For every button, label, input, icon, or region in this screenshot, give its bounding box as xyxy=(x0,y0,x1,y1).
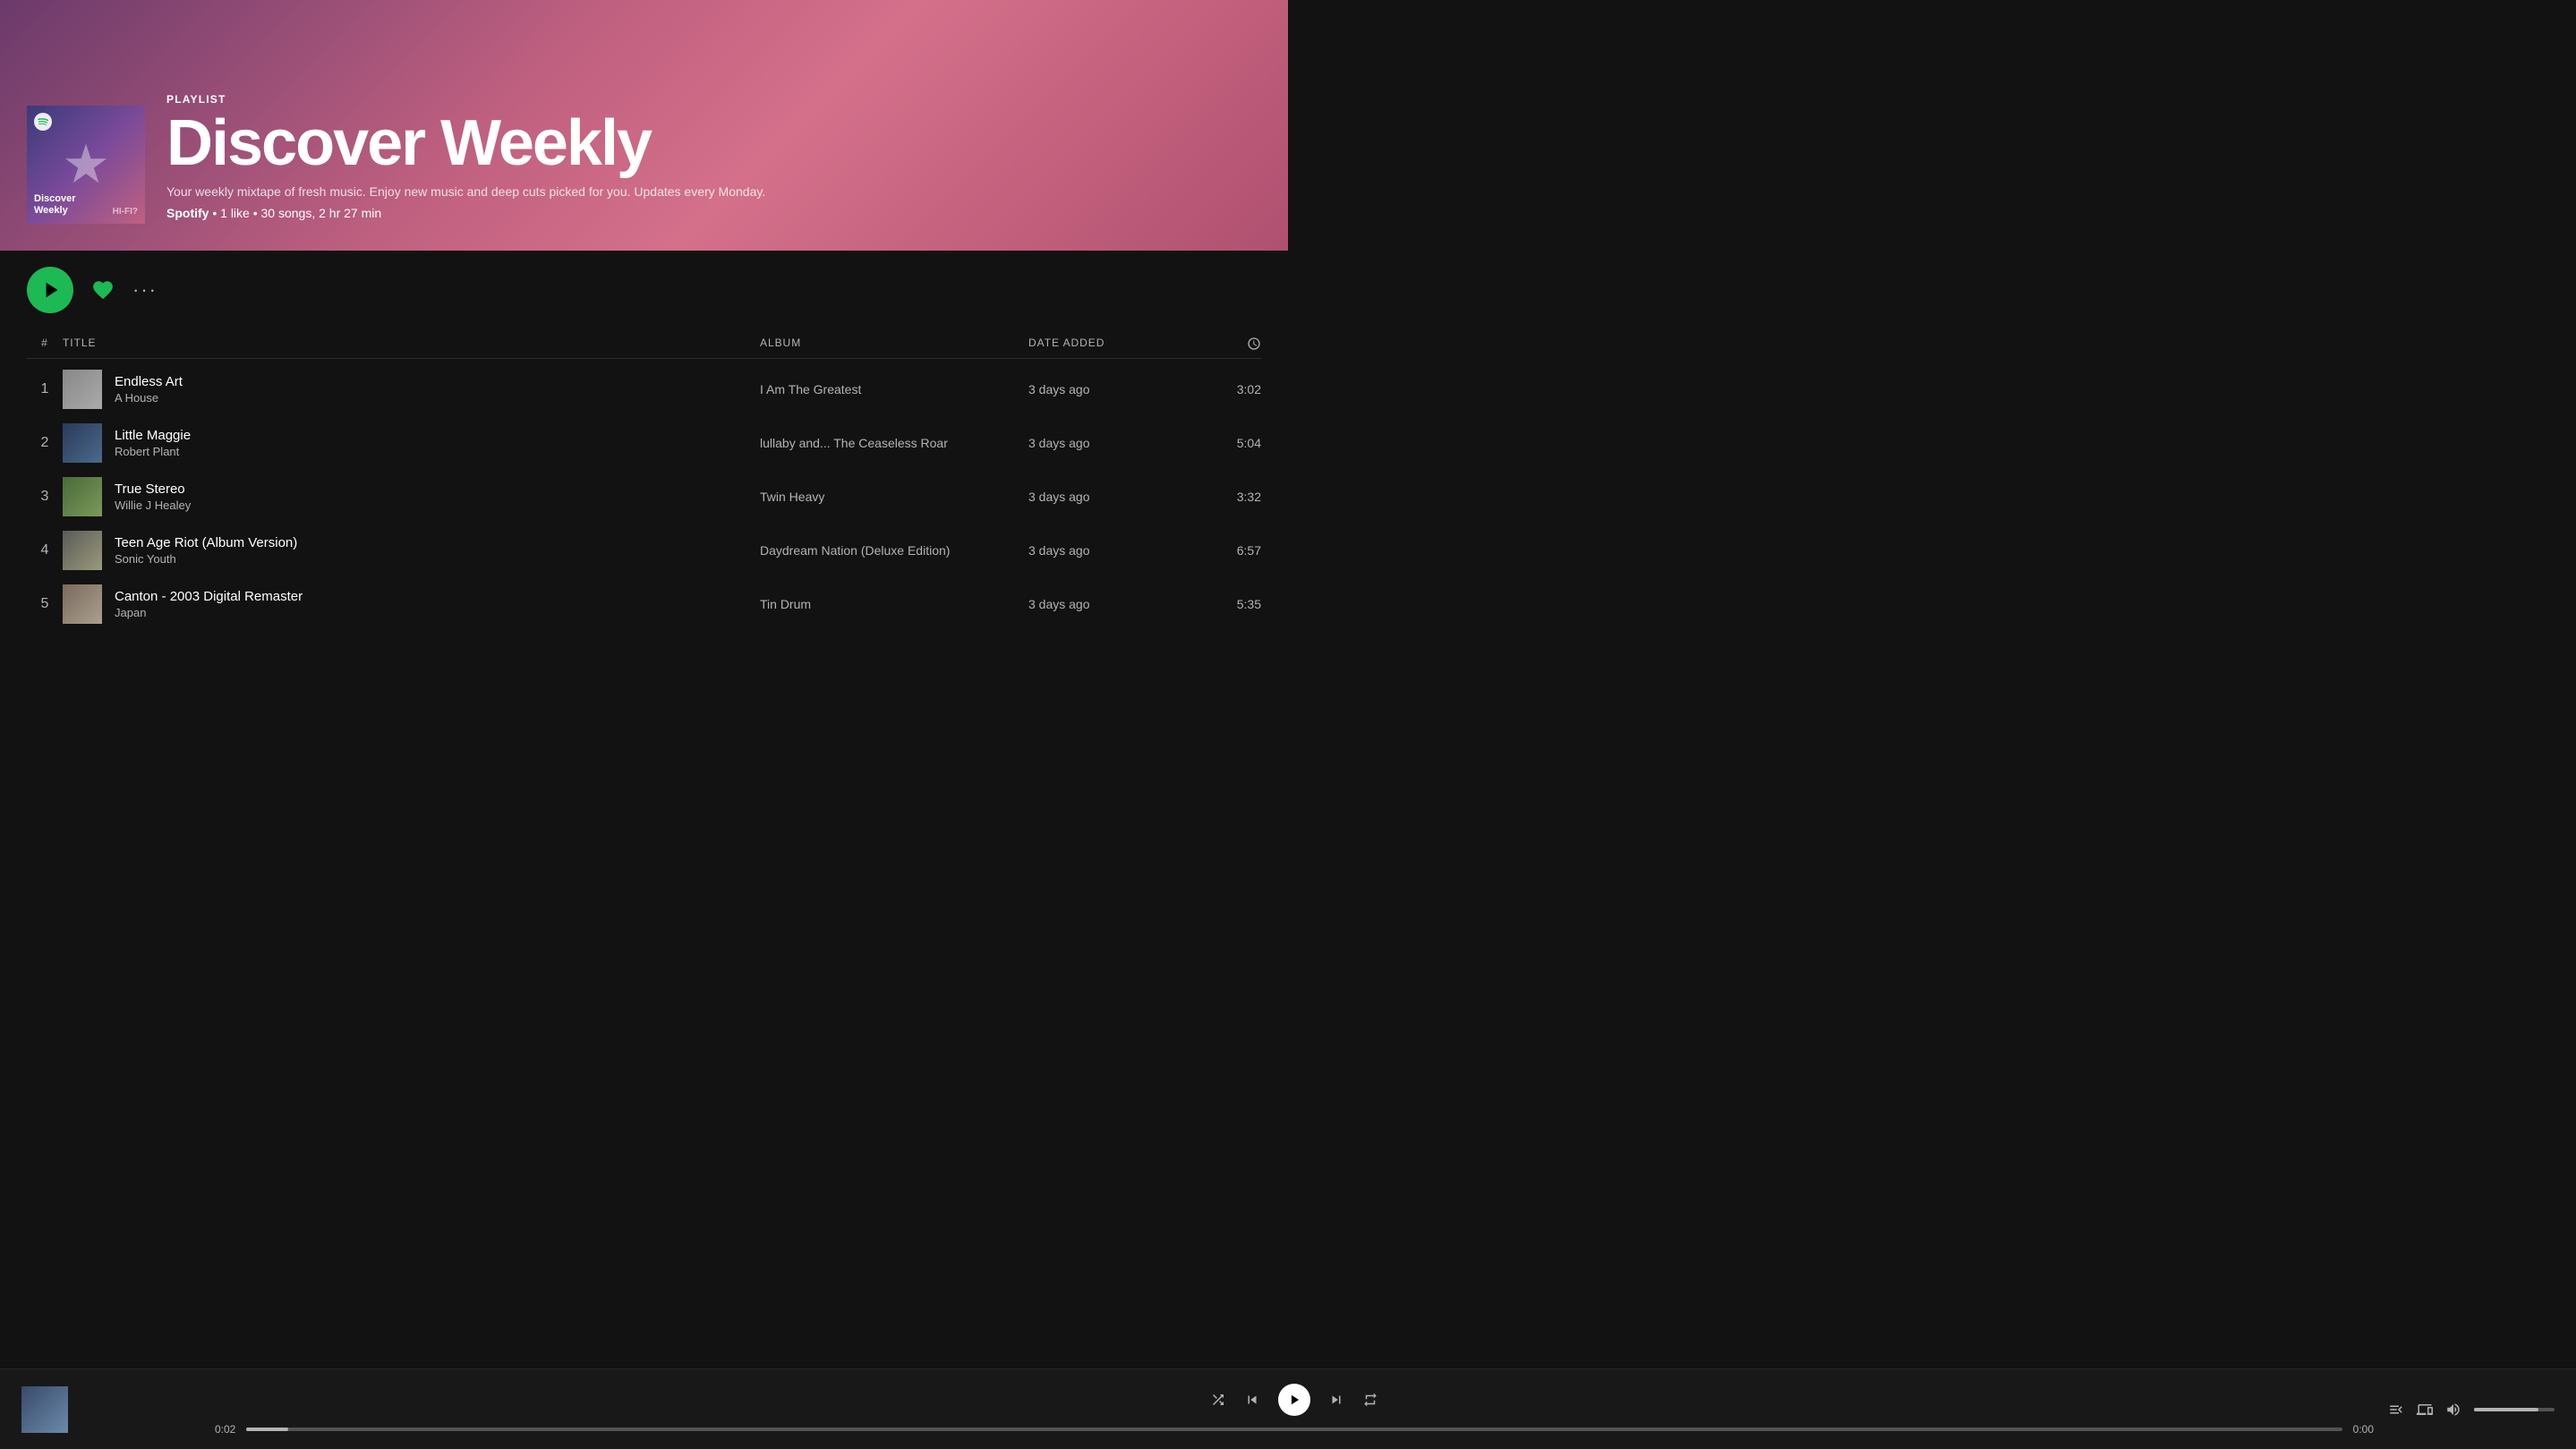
clock-icon xyxy=(1247,337,1261,351)
queue-button[interactable] xyxy=(2388,1402,2404,1418)
cover-star-icon: ★ xyxy=(62,138,110,192)
now-playing-play-button[interactable] xyxy=(1278,1384,1310,1416)
progress-row: 0:02 0:00 xyxy=(215,1423,2374,1436)
track-info: Teen Age Riot (Album Version) Sonic Yout… xyxy=(63,531,760,570)
cover-text: DiscoverWeekly xyxy=(34,193,75,217)
track-title: Little Maggie xyxy=(115,428,191,443)
now-playing-bar: 0:02 0:00 xyxy=(0,1368,2576,1449)
devices-button[interactable] xyxy=(2417,1402,2433,1418)
playback-controls xyxy=(1210,1384,1378,1416)
track-names: True Stereo Willie J Healey xyxy=(115,482,191,512)
volume-bar[interactable] xyxy=(2474,1408,2555,1411)
meta-separator: • xyxy=(212,206,220,220)
creator-name: Spotify xyxy=(166,206,209,220)
track-artist: A House xyxy=(115,391,183,405)
track-info: Endless Art A House xyxy=(63,370,760,409)
volume-bar-fill xyxy=(2474,1408,2538,1411)
playlist-cover: ★ DiscoverWeekly HI-FI? xyxy=(27,106,145,224)
track-names: Little Maggie Robert Plant xyxy=(115,428,191,458)
track-thumbnail xyxy=(63,531,102,570)
progress-bar[interactable] xyxy=(246,1428,2341,1431)
track-row[interactable]: 4 Teen Age Riot (Album Version) Sonic Yo… xyxy=(27,524,1261,577)
shuffle-button[interactable] xyxy=(1210,1392,1226,1408)
track-names: Teen Age Riot (Album Version) Sonic Yout… xyxy=(115,535,297,566)
track-thumbnail xyxy=(63,477,102,516)
track-number: 3 xyxy=(27,489,63,505)
track-rows-container: 1 Endless Art A House I Am The Greatest … xyxy=(27,362,1261,631)
track-date-added: 3 days ago xyxy=(1028,490,1190,504)
track-artist: Willie J Healey xyxy=(115,499,191,512)
track-row[interactable]: 1 Endless Art A House I Am The Greatest … xyxy=(27,362,1261,416)
hero-info: PLAYLIST Discover Weekly Your weekly mix… xyxy=(166,93,1261,224)
repeat-button[interactable] xyxy=(1362,1392,1378,1408)
track-thumbnail xyxy=(63,423,102,463)
track-album: I Am The Greatest xyxy=(760,382,1028,396)
hero-section: ★ DiscoverWeekly HI-FI? PLAYLIST Discove… xyxy=(0,0,1288,251)
hifi-badge: HI-FI? xyxy=(113,207,138,217)
track-duration: 3:02 xyxy=(1190,382,1261,396)
playlist-description: Your weekly mixtape of fresh music. Enjo… xyxy=(166,184,1261,199)
controls-bar: ··· xyxy=(0,251,1288,329)
track-date-added: 3 days ago xyxy=(1028,597,1190,611)
volume-button[interactable] xyxy=(2445,1402,2461,1418)
progress-bar-fill xyxy=(246,1428,288,1431)
track-artist: Robert Plant xyxy=(115,445,191,458)
track-artist: Japan xyxy=(115,606,303,619)
player-controls-area: 0:02 0:00 xyxy=(215,1384,2374,1436)
like-button[interactable] xyxy=(91,278,115,302)
track-artist: Sonic Youth xyxy=(115,552,297,566)
track-date-added: 3 days ago xyxy=(1028,543,1190,558)
playlist-title: Discover Weekly xyxy=(166,111,1261,175)
total-time: 0:00 xyxy=(2353,1423,2374,1436)
col-number: # xyxy=(27,337,63,351)
track-thumbnail xyxy=(63,370,102,409)
track-row[interactable]: 2 Little Maggie Robert Plant lullaby and… xyxy=(27,416,1261,470)
track-album: Twin Heavy xyxy=(760,490,1028,504)
track-number: 1 xyxy=(27,381,63,397)
track-info: True Stereo Willie J Healey xyxy=(63,477,760,516)
now-playing-track-info xyxy=(21,1386,200,1433)
track-row[interactable]: 5 Canton - 2003 Digital Remaster Japan T… xyxy=(27,577,1261,631)
more-dots: ··· xyxy=(132,278,158,302)
current-time: 0:02 xyxy=(215,1423,235,1436)
track-row[interactable]: 3 True Stereo Willie J Healey Twin Heavy… xyxy=(27,470,1261,524)
right-controls xyxy=(2388,1402,2555,1418)
track-title: Canton - 2003 Digital Remaster xyxy=(115,589,303,604)
playlist-meta: Spotify • 1 like • 30 songs, 2 hr 27 min xyxy=(166,206,1261,220)
previous-button[interactable] xyxy=(1244,1392,1260,1408)
next-button[interactable] xyxy=(1328,1392,1344,1408)
track-title: True Stereo xyxy=(115,482,191,497)
col-title: TITLE xyxy=(63,337,760,351)
col-album: ALBUM xyxy=(760,337,1028,351)
track-album: Daydream Nation (Deluxe Edition) xyxy=(760,543,1028,558)
more-options-button[interactable]: ··· xyxy=(132,278,158,302)
track-number: 4 xyxy=(27,542,63,558)
track-names: Canton - 2003 Digital Remaster Japan xyxy=(115,589,303,619)
track-album: lullaby and... The Ceaseless Roar xyxy=(760,436,1028,450)
track-list-header: # TITLE ALBUM DATE ADDED xyxy=(27,329,1261,359)
col-date-added: DATE ADDED xyxy=(1028,337,1190,351)
track-duration: 3:32 xyxy=(1190,490,1261,504)
track-info: Little Maggie Robert Plant xyxy=(63,423,760,463)
track-title: Endless Art xyxy=(115,374,183,389)
track-number: 2 xyxy=(27,435,63,451)
track-list: # TITLE ALBUM DATE ADDED 1 Endless Art A… xyxy=(0,329,1288,631)
playlist-stats: 1 like • 30 songs, 2 hr 27 min xyxy=(220,206,381,220)
track-thumbnail xyxy=(63,584,102,624)
track-date-added: 3 days ago xyxy=(1028,382,1190,396)
now-playing-thumb xyxy=(21,1386,68,1433)
track-title: Teen Age Riot (Album Version) xyxy=(115,535,297,550)
track-duration: 6:57 xyxy=(1190,543,1261,558)
track-duration: 5:04 xyxy=(1190,436,1261,450)
track-info: Canton - 2003 Digital Remaster Japan xyxy=(63,584,760,624)
track-album: Tin Drum xyxy=(760,597,1028,611)
track-date-added: 3 days ago xyxy=(1028,436,1190,450)
track-number: 5 xyxy=(27,596,63,612)
play-button[interactable] xyxy=(27,267,73,313)
track-duration: 5:35 xyxy=(1190,597,1261,611)
track-names: Endless Art A House xyxy=(115,374,183,405)
col-duration xyxy=(1190,337,1261,351)
spotify-logo-icon xyxy=(34,113,52,131)
playlist-type-label: PLAYLIST xyxy=(166,93,1261,106)
